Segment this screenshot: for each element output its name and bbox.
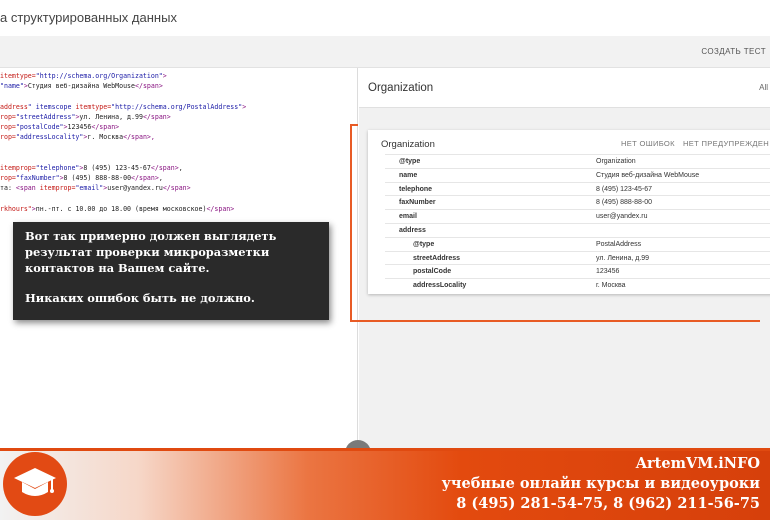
- code-line: та: <span itemprop="email">user@yandex.r…: [0, 184, 191, 193]
- results-header: Organization All: [359, 68, 770, 108]
- warnings-status[interactable]: НЕТ ПРЕДУПРЕЖДЕН: [683, 139, 769, 148]
- property-value: PostalAddress: [596, 240, 642, 248]
- property-key: postalCode: [413, 268, 452, 276]
- property-value: Organization: [596, 158, 636, 165]
- callout-line: Никаких ошибок быть не должно.: [25, 291, 255, 305]
- property-key: addressLocality: [413, 282, 467, 290]
- property-row: address: [385, 222, 770, 237]
- callout-line: Вот так примерно должен выглядеть: [25, 229, 277, 243]
- results-title: Organization: [368, 82, 434, 94]
- property-table: @type Organization name Студия веб-дизайна …: [385, 154, 770, 292]
- property-key: streetAddress: [413, 254, 461, 262]
- code-line: "name">Студия веб-дизайна WebMouse</span…: [0, 82, 163, 91]
- property-key: name: [399, 171, 418, 179]
- property-key: @type: [413, 240, 435, 248]
- code-line: itemprop="telephone">8 (495) 123-45-67</…: [0, 163, 183, 172]
- code-line: rkhours">пн.-пт. с 10.00 до 18.00 (время…: [0, 204, 235, 213]
- property-row: telephone 8 (495) 123-45-67: [385, 181, 770, 196]
- screen: а структурированных данных СОЗДАТЬ ТЕСТ …: [0, 0, 770, 520]
- page-title: а структурированных данных: [0, 10, 177, 25]
- property-row: streetAddress ул. Ленина, д.99: [385, 250, 770, 265]
- code-line: rop="addressLocality">г. Москва</span>,: [0, 133, 155, 142]
- card-title: Organization: [381, 139, 435, 150]
- property-key: @type: [399, 158, 421, 165]
- brand-name[interactable]: ArtemVM.iNFO: [636, 454, 760, 474]
- property-row: addressLocality г. Москва: [385, 278, 770, 292]
- title-bar: а структурированных данных: [0, 0, 770, 36]
- highlight-underline: [350, 320, 760, 322]
- property-row: @type Organization: [385, 154, 770, 168]
- property-row: faxNumber 8 (495) 888-88-00: [385, 195, 770, 209]
- property-key: address: [399, 226, 426, 234]
- property-row: @type PostalAddress: [385, 236, 770, 251]
- result-card[interactable]: Organization НЕТ ОШИБОК НЕТ ПРЕДУПРЕЖДЕН…: [368, 130, 770, 294]
- property-key: telephone: [399, 185, 433, 193]
- filter-select[interactable]: All: [759, 83, 768, 92]
- code-line: rop="postalCode">123456</span>: [0, 123, 120, 131]
- property-row: postalCode 123456: [385, 264, 770, 278]
- callout-line: контактов на Вашем сайте.: [25, 261, 210, 275]
- toolbar: СОЗДАТЬ ТЕСТ: [0, 36, 770, 68]
- code-line: address" itemscope itemtype="http://sche…: [0, 102, 247, 111]
- property-value: ул. Ленина, д.99: [596, 254, 650, 262]
- property-row: name Студия веб-дизайна WebMouse: [385, 167, 770, 182]
- graduation-cap-icon: [3, 452, 67, 516]
- property-key: email: [399, 213, 417, 221]
- create-test-button[interactable]: СОЗДАТЬ ТЕСТ: [701, 47, 766, 56]
- property-value: 123456: [596, 268, 620, 276]
- property-key: faxNumber: [399, 199, 436, 207]
- code-line: rop="faxNumber">8 (495) 888-88-00</span>…: [0, 174, 163, 182]
- highlight-bracket: [350, 124, 358, 322]
- results-panel: Organization All Organization НЕТ ОШИБОК…: [359, 68, 770, 462]
- property-row: email user@yandex.ru: [385, 209, 770, 223]
- property-value: Студия веб-дизайна WebMouse: [596, 171, 700, 179]
- property-value: 8 (495) 123-45-67: [596, 185, 653, 193]
- callout-line: результат проверки микроразметки: [25, 245, 270, 259]
- property-value: г. Москва: [596, 282, 626, 290]
- property-value: 8 (495) 888-88-00: [596, 199, 653, 207]
- code-line: itemtype="http://schema.org/Organization…: [0, 72, 167, 80]
- property-value: user@yandex.ru: [596, 213, 648, 221]
- errors-status[interactable]: НЕТ ОШИБОК: [621, 139, 675, 148]
- instruction-callout: Вот так примерно должен выглядеть резуль…: [13, 222, 329, 320]
- brand-tagline: учебные онлайн курсы и видеоуроки: [441, 475, 760, 492]
- contact-phones: 8 (495) 281-54-75, 8 (962) 211-56-75: [456, 495, 760, 512]
- code-line: rop="streetAddress">ул. Ленина, д.99</sp…: [0, 112, 171, 121]
